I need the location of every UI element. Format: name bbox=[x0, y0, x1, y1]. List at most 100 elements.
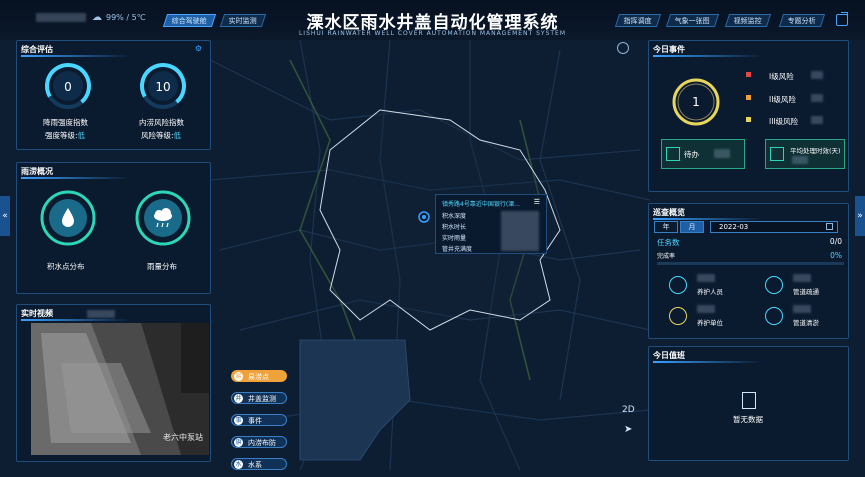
flood-risk-level: 风险等级:低 bbox=[141, 131, 182, 140]
check-icon bbox=[770, 147, 784, 161]
layer-button-flood-points[interactable]: 易易涝点 bbox=[231, 370, 287, 382]
station-name: 老六中泵站 bbox=[163, 433, 203, 442]
maintenance-staff-icon bbox=[669, 276, 687, 294]
risk-level-3-label: III级风险 bbox=[769, 117, 799, 126]
waterlogging-label: 积水点分布 bbox=[47, 262, 85, 271]
unit-value-blurred bbox=[697, 305, 715, 313]
title-underline bbox=[653, 55, 763, 57]
nav-tab-analysis[interactable]: 专题分析 bbox=[778, 14, 826, 27]
rain-intensity-level: 强度等级:低 bbox=[45, 131, 86, 140]
task-count-value: 0/0 bbox=[829, 237, 842, 246]
right-collapse-arrow[interactable]: » bbox=[855, 196, 865, 236]
nav-tab-video[interactable]: 视频监控 bbox=[724, 14, 772, 27]
header-bar: ☁ 99% / 5℃ 综合驾驶舱 实时监测 溧水区雨水井盖自动化管理系统 LIS… bbox=[0, 0, 865, 40]
completion-rate-label: 完成率 bbox=[657, 253, 676, 260]
title-underline bbox=[21, 319, 131, 321]
rain-intensity-gauge: 0 bbox=[43, 61, 93, 111]
flood-risk-label: 内涝风险指数 bbox=[139, 118, 184, 127]
flood-point-icon: 易 bbox=[234, 372, 243, 381]
layer-button-water[interactable]: 水水系 bbox=[231, 458, 287, 470]
task-count-label: 任务数 bbox=[657, 238, 680, 247]
pipe-cleaning-label: 管道清淤 bbox=[793, 319, 819, 327]
events-title: 今日事件 bbox=[653, 45, 685, 54]
risk-level-2-label: II级风险 bbox=[769, 95, 796, 104]
risk-level-2-marker bbox=[746, 95, 751, 100]
popup-title: 镇秀路4号靠近中国银行(溧... bbox=[442, 201, 520, 208]
title-underline bbox=[653, 218, 763, 220]
left-collapse-arrow[interactable]: « bbox=[0, 196, 10, 236]
risk-level-2-value-blurred bbox=[811, 94, 823, 102]
risk-level-1-label: I级风险 bbox=[769, 72, 794, 81]
dredging-value-blurred bbox=[793, 274, 811, 282]
flood-risk-value: 10 bbox=[155, 80, 171, 94]
pipe-dredging-label: 管道疏通 bbox=[793, 288, 819, 296]
layer-button-defense[interactable]: 旗内涝布防 bbox=[231, 436, 287, 448]
empty-state-text: 暂无数据 bbox=[733, 415, 763, 424]
water-icon: 水 bbox=[234, 460, 243, 469]
patrol-title: 巡查概览 bbox=[653, 208, 685, 217]
manhole-icon: 井 bbox=[234, 394, 243, 403]
nav-tab-dispatch[interactable]: 指挥调度 bbox=[614, 14, 662, 27]
risk-level-1-marker bbox=[746, 72, 751, 77]
maintenance-staff-label: 养护人员 bbox=[697, 288, 723, 296]
todo-label: 待办 bbox=[684, 150, 699, 159]
avg-time-card[interactable]: 平均处理时效(天) bbox=[765, 139, 845, 169]
month-picker-input[interactable]: 2022-03 bbox=[710, 221, 838, 233]
risk-level-3-marker bbox=[746, 117, 751, 122]
compass-icon[interactable]: ➤ bbox=[624, 424, 632, 435]
rain-title: 雨涝概况 bbox=[21, 167, 53, 176]
risk-level-1-value-blurred bbox=[811, 71, 823, 79]
overview-title: 综合评估 bbox=[21, 45, 53, 54]
popup-row-duration: 积水时长 bbox=[442, 224, 467, 231]
empty-document-icon bbox=[742, 392, 756, 409]
pipe-dredging-icon bbox=[765, 276, 783, 294]
events-panel: 今日事件 1 I级风险 II级风险 III级风险 待办 平均处理时效(天) bbox=[648, 40, 849, 192]
calendar-icon[interactable] bbox=[826, 223, 833, 230]
rain-intensity-value: 0 bbox=[64, 80, 72, 94]
popup-row-fill: 管井充满度 bbox=[442, 246, 473, 253]
pipe-cleaning-icon bbox=[765, 307, 783, 325]
completion-rate-value: 0% bbox=[830, 251, 842, 260]
rainfall-label: 雨量分布 bbox=[147, 262, 177, 271]
maintenance-unit-label: 养护单位 bbox=[697, 319, 723, 327]
camera-name-blurred bbox=[87, 310, 115, 318]
waterlogging-icon[interactable] bbox=[39, 189, 97, 247]
video-title: 实时视频 bbox=[21, 309, 53, 318]
completion-progress-bar bbox=[657, 262, 844, 265]
todo-value-blurred bbox=[714, 149, 730, 158]
map-search-icon[interactable] bbox=[617, 42, 629, 54]
map-mode-toggle[interactable]: 2D bbox=[622, 405, 635, 415]
nav-tab-weather-map[interactable]: 气象一张图 bbox=[665, 14, 720, 27]
staff-value-blurred bbox=[697, 274, 715, 282]
title-underline bbox=[653, 361, 763, 363]
risk-level-3-value-blurred bbox=[811, 116, 823, 124]
avg-time-value-blurred bbox=[792, 156, 808, 164]
title-underline bbox=[21, 55, 131, 57]
title-underline bbox=[21, 177, 131, 179]
todo-card[interactable]: 待办 bbox=[661, 139, 745, 169]
rain-panel: 雨涝概况 积水点分布 雨量分布 bbox=[16, 162, 211, 294]
exit-icon[interactable] bbox=[836, 12, 848, 26]
popup-row-depth: 积水深度 bbox=[442, 213, 467, 220]
rain-intensity-label: 降雨强度指数 bbox=[43, 118, 88, 127]
popup-row-rainfall: 实时雨量 bbox=[442, 235, 467, 242]
cleaning-value-blurred bbox=[793, 305, 811, 313]
list-icon[interactable]: ☰ bbox=[534, 198, 540, 206]
live-video-feed[interactable]: 老六中泵站 bbox=[31, 323, 209, 455]
todo-icon bbox=[666, 147, 680, 161]
flood-risk-gauge: 10 bbox=[138, 61, 188, 111]
overview-panel: 综合评估 ⚙ 0 降雨强度指数 强度等级:低 10 内涝风险指数 风险等级:低 bbox=[16, 40, 211, 150]
layer-button-events[interactable]: 事事件 bbox=[231, 414, 287, 426]
popup-values-blurred bbox=[501, 211, 539, 251]
layer-button-manhole[interactable]: 井井盖监测 bbox=[231, 392, 287, 404]
duty-panel: 今日值班 暂无数据 bbox=[648, 346, 849, 461]
settings-gear-icon[interactable]: ⚙ bbox=[195, 44, 202, 53]
map-info-popup[interactable]: 镇秀路4号靠近中国银行(溧... ☰ 积水深度 积水时长 实时雨量 管井充满度 bbox=[435, 194, 547, 254]
maintenance-unit-icon bbox=[669, 307, 687, 325]
rainfall-icon[interactable] bbox=[134, 189, 192, 247]
event-count: 1 bbox=[692, 95, 700, 109]
page-subtitle: LISHUI RAINWATER WELL COVER AUTOMATION M… bbox=[298, 30, 567, 37]
tab-year[interactable]: 年 bbox=[654, 221, 678, 233]
flag-icon: 旗 bbox=[234, 438, 243, 447]
tab-month[interactable]: 月 bbox=[680, 221, 704, 233]
